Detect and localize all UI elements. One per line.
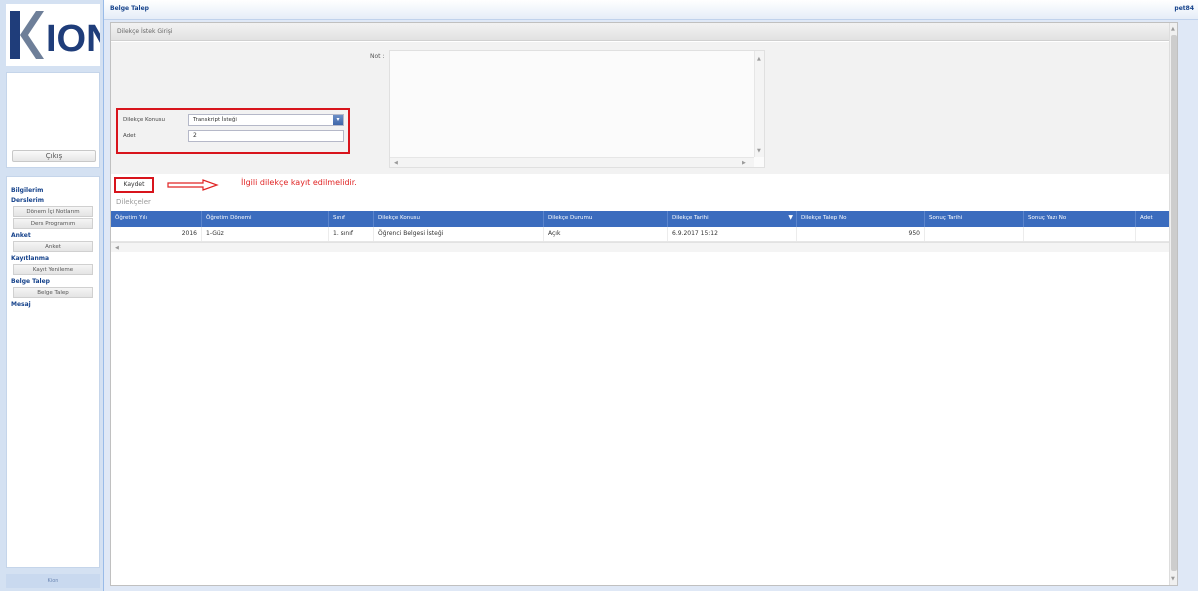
main-scroll-up-icon[interactable]: ▲ (1171, 25, 1175, 33)
form-area: Not : ▲ ▼ ◀ ▶ Dilekçe Konusu Transkript … (111, 42, 1177, 174)
column-dilekce-durumu[interactable]: Dilekçe Durumu (544, 211, 668, 227)
menu-item-ders-programim[interactable]: Ders Programım (13, 218, 93, 229)
form-header: Dilekçe İstek Girişi (111, 23, 1177, 41)
column-dilekce-tarihi-label: Dilekçe Tarihi (672, 215, 709, 221)
main-scroll-thumb[interactable] (1171, 35, 1177, 571)
grid-scroll-left-icon[interactable]: ◀ (115, 244, 119, 252)
menu-group-anket[interactable]: Anket (7, 230, 99, 240)
column-sinif[interactable]: Sınıf (329, 211, 374, 227)
cell-ogretim-donemi: 1-Güz (202, 227, 329, 241)
column-dilekce-talep-no[interactable]: Dilekçe Talep No (797, 211, 925, 227)
menu-item-kayit-yenileme[interactable]: Kayıt Yenileme (13, 264, 93, 275)
menu-item-donem-ici-notlarim[interactable]: Dönem İçi Notlarım (13, 206, 93, 217)
sort-desc-icon[interactable]: ▼ (788, 211, 793, 225)
svg-text:ION: ION (46, 18, 100, 60)
scroll-down-icon[interactable]: ▼ (757, 147, 761, 155)
note-label: Not : (370, 53, 385, 60)
menu-group-bilgilerim[interactable]: Bilgilerim (7, 185, 99, 195)
cell-sinif: 1. sınıf (329, 227, 374, 241)
logout-button[interactable]: Çıkış (12, 150, 96, 162)
grid-horizontal-scrollbar[interactable]: ◀ (111, 242, 1177, 252)
konu-label: Dilekçe Konusu (123, 117, 166, 123)
scroll-up-icon[interactable]: ▲ (757, 55, 761, 63)
note-horizontal-scrollbar[interactable]: ◀ ▶ (390, 157, 754, 167)
menu-group-mesaj[interactable]: Mesaj (7, 299, 99, 309)
sidebar: ION Çıkış Bilgilerim Derslerim Dönem İçi… (0, 0, 104, 591)
save-row: Kaydet İlgili dilekçe kayıt edilmelidir. (111, 174, 1177, 196)
cell-dilekce-talep-no: 950 (797, 227, 925, 241)
menu-group-derslerim[interactable]: Derslerim (7, 195, 99, 205)
save-note: İlgili dilekçe kayıt edilmelidir. (241, 178, 357, 187)
main-scroll-down-icon[interactable]: ▼ (1171, 575, 1175, 583)
scroll-right-icon[interactable]: ▶ (742, 159, 746, 167)
column-dilekce-konusu[interactable]: Dilekçe Konusu (374, 211, 544, 227)
petitions-grid: Öğretim Yılı Öğretim Dönemi Sınıf Dilekç… (111, 211, 1177, 261)
main-panel: Dilekçe İstek Girişi Not : ▲ ▼ ◀ ▶ Dilek… (110, 22, 1178, 586)
main-vertical-scrollbar[interactable]: ▲ ▼ (1169, 23, 1177, 585)
menu-group-belge-talep[interactable]: Belge Talep (7, 276, 99, 286)
cell-sonuc-tarihi (925, 227, 1024, 241)
column-dilekce-tarihi[interactable]: Dilekçe Tarihi ▼ (668, 211, 797, 227)
adet-input[interactable]: 2 (188, 130, 344, 142)
menu-item-belge-talep[interactable]: Belge Talep (13, 287, 93, 298)
username: pet84 (1174, 5, 1194, 12)
cell-dilekce-konusu: Öğrenci Belgesi İsteği (374, 227, 544, 241)
cell-ogretim-yili: 2016 (111, 227, 202, 241)
konu-select[interactable]: Transkript İsteği ▾ (188, 114, 344, 126)
table-row[interactable]: 2016 1-Güz 1. sınıf Öğrenci Belgesi İste… (111, 227, 1177, 242)
page-title: Belge Talep (110, 5, 149, 12)
top-bar: Belge Talep pet84 (104, 0, 1198, 20)
sidebar-menu: Bilgilerim Derslerim Dönem İçi Notlarım … (6, 176, 100, 568)
column-ogretim-donemi[interactable]: Öğretim Dönemi (202, 211, 329, 227)
arrow-right-icon (167, 179, 219, 191)
adet-label: Adet (123, 133, 136, 139)
menu-group-kayitlanma[interactable]: Kayıtlanma (7, 253, 99, 263)
konu-value: Transkript İsteği (193, 117, 237, 123)
column-ogretim-yili[interactable]: Öğretim Yılı (111, 211, 202, 227)
kion-logo: ION (6, 4, 100, 66)
column-sonuc-tarihi[interactable]: Sonuç Tarihi (925, 211, 1024, 227)
cell-dilekce-tarihi: 6.9.2017 15:12 (668, 227, 797, 241)
save-button[interactable]: Kaydet (114, 177, 154, 193)
note-textarea[interactable]: ▲ ▼ ◀ ▶ (389, 50, 765, 168)
column-sonuc-yazi-no[interactable]: Sonuç Yazı No (1024, 211, 1136, 227)
menu-item-anket[interactable]: Anket (13, 241, 93, 252)
chevron-down-icon[interactable]: ▾ (333, 115, 343, 125)
cell-sonuc-yazi-no (1024, 227, 1136, 241)
sidebar-footer: Kion (6, 574, 100, 588)
note-vertical-scrollbar[interactable]: ▲ ▼ (754, 51, 764, 157)
cell-dilekce-durumu: Açık (544, 227, 668, 241)
scroll-left-icon[interactable]: ◀ (394, 159, 398, 167)
petitions-title: Dilekçeler (116, 198, 151, 206)
form-fields-highlight: Dilekçe Konusu Transkript İsteği ▾ Adet … (116, 108, 350, 154)
grid-header: Öğretim Yılı Öğretim Dönemi Sınıf Dilekç… (111, 211, 1177, 227)
